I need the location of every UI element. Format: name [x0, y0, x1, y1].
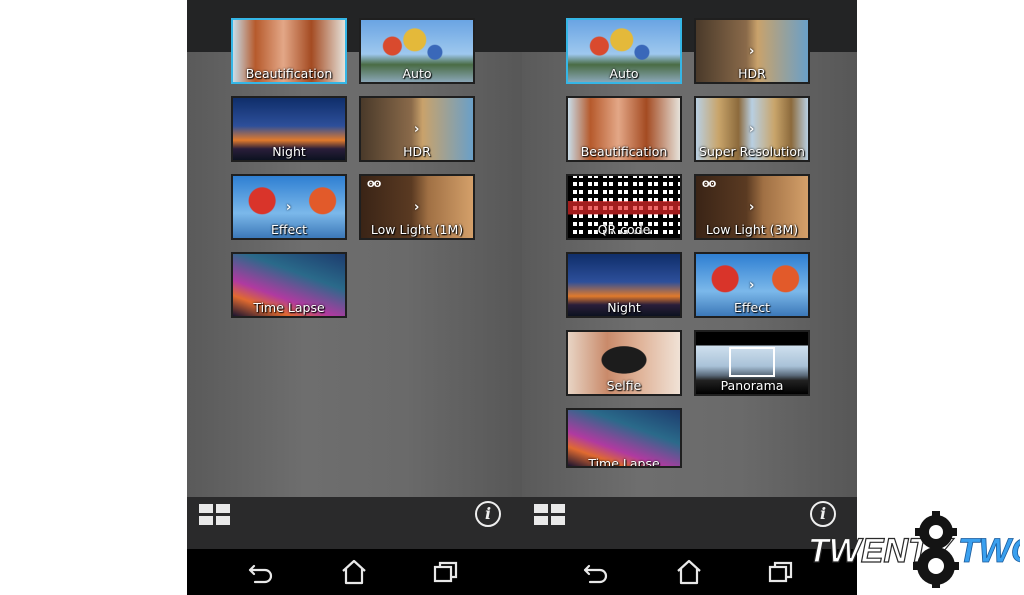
mode-label: Time Lapse: [588, 456, 660, 468]
mode-label: Auto: [402, 66, 432, 81]
grid-view-icon[interactable]: [199, 504, 231, 526]
recent-apps-icon[interactable]: [430, 557, 462, 587]
arrow-icon: ›: [414, 122, 420, 137]
mode-tile-beautification[interactable]: Beautification: [231, 18, 347, 84]
mode-tile-panorama[interactable]: Panorama: [694, 330, 810, 396]
mode-label: Time Lapse: [253, 300, 325, 315]
arrow-icon: ›: [414, 200, 420, 215]
recent-apps-icon[interactable]: [765, 557, 797, 587]
arrow-icon: ›: [749, 122, 755, 137]
home-icon[interactable]: [673, 557, 705, 587]
owl-icon: ʘʘ: [702, 180, 716, 190]
mode-label: Selfie: [606, 378, 642, 393]
mode-tile-hdr[interactable]: › HDR: [359, 96, 475, 162]
mode-tile-effect[interactable]: › Effect: [694, 252, 810, 318]
navigation-bar: [522, 549, 857, 595]
arrow-icon: ›: [749, 278, 755, 293]
mode-tile-super-resolution[interactable]: › Super Resolution: [694, 96, 810, 162]
mode-tile-auto[interactable]: Auto: [359, 18, 475, 84]
mode-label: QR code: [597, 222, 651, 237]
arrow-icon: ›: [286, 200, 292, 215]
owl-icon: ʘʘ: [367, 180, 381, 190]
mode-label: Night: [607, 300, 641, 315]
mode-label: Super Resolution: [699, 144, 805, 159]
back-icon[interactable]: [245, 557, 277, 587]
mode-tile-beautification[interactable]: Beautification: [566, 96, 682, 162]
home-icon[interactable]: [338, 557, 370, 587]
right-phone-camera-modes: Auto › HDR Beautification › Super Resolu…: [522, 0, 857, 595]
mode-tile-time-lapse[interactable]: Time Lapse: [566, 408, 682, 468]
mode-tile-night[interactable]: Night: [566, 252, 682, 318]
mode-label: Low Light (3M): [705, 222, 799, 237]
left-phone-camera-modes: Beautification Auto Night › HDR › Effect…: [187, 0, 522, 595]
mode-label: HDR: [403, 144, 431, 159]
mode-tile-selfie[interactable]: Selfie: [566, 330, 682, 396]
mode-tile-auto[interactable]: Auto: [566, 18, 682, 84]
navigation-bar: [187, 549, 522, 595]
bottom-toolbar: i: [522, 497, 857, 549]
bottom-toolbar: i: [187, 497, 522, 549]
mode-tile-hdr[interactable]: › HDR: [694, 18, 810, 84]
mode-tile-time-lapse[interactable]: Time Lapse: [231, 252, 347, 318]
logo-text-two: TWO: [958, 532, 1020, 570]
info-icon[interactable]: i: [475, 501, 501, 527]
mode-label: Low Light (1M): [370, 222, 464, 237]
mode-tile-night[interactable]: Night: [231, 96, 347, 162]
mode-tile-low-light-3m[interactable]: ʘʘ › Low Light (3M): [694, 174, 810, 240]
back-icon[interactable]: [580, 557, 612, 587]
mode-tile-effect[interactable]: › Effect: [231, 174, 347, 240]
mode-label: Auto: [609, 66, 639, 81]
mode-tile-qr-code[interactable]: QR code: [566, 174, 682, 240]
mode-label: Night: [272, 144, 306, 159]
mode-label: HDR: [738, 66, 766, 81]
mode-label: Beautification: [245, 66, 333, 81]
mode-tile-low-light-1m[interactable]: ʘʘ › Low Light (1M): [359, 174, 475, 240]
arrow-icon: ›: [749, 44, 755, 59]
mode-label: Effect: [271, 222, 307, 237]
panorama-frame: [729, 347, 775, 377]
twenty8two-logo: TWENTY TWO: [807, 508, 1024, 589]
mode-label: Effect: [734, 300, 770, 315]
mode-label: Beautification: [580, 144, 668, 159]
grid-view-icon[interactable]: [534, 504, 566, 526]
arrow-icon: ›: [749, 200, 755, 215]
mode-label: Panorama: [720, 378, 784, 393]
